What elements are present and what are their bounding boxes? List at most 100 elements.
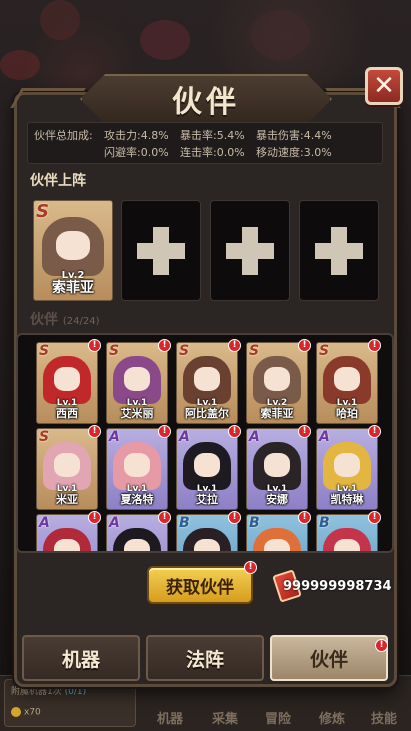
partner-card[interactable]: A Lv.1 艾拉: [176, 428, 238, 510]
modal-title: 伙伴: [172, 85, 240, 120]
partner-card[interactable]: S Lv.1 西西: [36, 342, 98, 424]
partner-face: [333, 367, 361, 391]
notification-badge: !: [375, 639, 388, 652]
background-enemy: [40, 0, 80, 40]
partner-face: [55, 230, 91, 261]
rarity-label: S: [36, 201, 49, 222]
rarity-label: S: [39, 429, 50, 445]
empty-slot[interactable]: [121, 200, 201, 301]
partner-face: [193, 453, 221, 477]
partner-card[interactable]: S Lv.2 索菲亚: [246, 342, 308, 424]
nav-training[interactable]: 修炼: [312, 708, 352, 727]
rarity-label: B: [319, 515, 330, 531]
notification-badge: !: [228, 511, 241, 524]
close-button[interactable]: ✕: [365, 67, 403, 105]
get-partner-button[interactable]: 获取伙伴: [147, 566, 253, 604]
lineup-title: 伙伴上阵: [30, 173, 86, 189]
roster-count: (24/24): [62, 316, 100, 327]
partner-card[interactable]: A Lv.1 凯特琳: [316, 428, 378, 510]
rarity-label: S: [179, 343, 190, 359]
deployed-partner-card[interactable]: S Lv.2 索菲亚: [33, 200, 113, 301]
enchant-reward: x70: [24, 707, 41, 718]
title-decoration: [10, 88, 86, 108]
stat-dodge: 闪避率:0.0%: [104, 145, 169, 159]
notification-badge: !: [298, 339, 311, 352]
roster-label: 伙伴: [30, 312, 58, 328]
notification-badge: !: [368, 425, 381, 438]
rarity-label: B: [179, 515, 190, 531]
partner-card[interactable]: S Lv.1 阿比盖尔: [176, 342, 238, 424]
background-enemy: [140, 20, 190, 60]
get-partner-label: 获取伙伴: [166, 577, 234, 598]
notification-badge: !: [228, 339, 241, 352]
rarity-label: A: [319, 429, 330, 445]
partner-card[interactable]: S Lv.1 哈珀: [316, 342, 378, 424]
ticket-count: 999999998734: [283, 579, 392, 594]
partner-name: 西西: [56, 407, 78, 420]
tab-array[interactable]: 法阵: [146, 635, 264, 681]
nav-adventure[interactable]: 冒险: [258, 708, 298, 727]
rarity-label: S: [249, 343, 260, 359]
notification-badge: !: [158, 511, 171, 524]
partner-card[interactable]: A Lv.1 安娜: [246, 428, 308, 510]
empty-slot[interactable]: [299, 200, 379, 301]
rarity-label: A: [109, 429, 120, 445]
roster-title: 伙伴 (24/24): [30, 309, 100, 329]
enchant-progress: (0/1): [64, 687, 87, 697]
partner-face: [53, 453, 81, 477]
stat-attack: 攻击力:4.8%: [104, 128, 169, 142]
partner-face: [123, 539, 151, 551]
rarity-label: S: [39, 343, 50, 359]
notification-badge: !: [228, 425, 241, 438]
notification-badge: !: [244, 561, 257, 574]
partner-face: [193, 539, 221, 551]
partner-face: [53, 367, 81, 391]
nav-gather[interactable]: 采集: [205, 708, 245, 727]
background-enemy: [250, 10, 310, 60]
plus-icon: [226, 226, 274, 275]
partner-name: 哈珀: [336, 407, 358, 420]
close-icon: ✕: [373, 71, 395, 101]
notification-badge: !: [298, 425, 311, 438]
partner-face: [193, 367, 221, 391]
partner-name: 艾米丽: [120, 407, 154, 420]
stat-crit-damage: 暴击伤害:4.4%: [256, 128, 332, 142]
rarity-label: B: [249, 515, 260, 531]
rarity-label: S: [319, 343, 330, 359]
partner-grid[interactable]: S Lv.1 西西! S Lv.1 艾米丽! S Lv.1 阿比盖尔! S Lv.2 索菲亚! S Lv.…: [16, 333, 394, 553]
tab-partner[interactable]: 伙伴: [270, 635, 388, 681]
partner-name: 米亚: [56, 493, 78, 506]
modal-title-plate: 伙伴: [80, 74, 332, 124]
notification-badge: !: [368, 339, 381, 352]
partner-name: 安娜: [266, 493, 288, 506]
partner-name: 阿比盖尔: [185, 407, 229, 420]
nav-machine[interactable]: 机器: [150, 708, 190, 727]
notification-badge: !: [158, 425, 171, 438]
rarity-label: A: [179, 429, 190, 445]
rarity-label: A: [39, 515, 50, 531]
tab-machine[interactable]: 机器: [22, 635, 140, 681]
partner-card[interactable]: S Lv.1 艾米丽: [106, 342, 168, 424]
partner-face: [263, 367, 291, 391]
notification-badge: !: [298, 511, 311, 524]
stats-label: 伙伴总加成:: [34, 128, 93, 142]
stat-crit-rate: 暴击率:5.4%: [180, 128, 245, 142]
notification-badge: !: [368, 511, 381, 524]
nav-skills[interactable]: 技能: [364, 708, 404, 727]
rarity-label: A: [109, 515, 120, 531]
notification-badge: !: [88, 511, 101, 524]
partner-face: [53, 539, 81, 551]
partner-card[interactable]: S Lv.1 米亚: [36, 428, 98, 510]
partner-name: 凯特琳: [330, 493, 364, 506]
rarity-label: S: [109, 343, 120, 359]
plus-icon: [315, 226, 363, 275]
notification-badge: !: [88, 425, 101, 438]
partner-card[interactable]: A Lv.1 夏洛特: [106, 428, 168, 510]
notification-badge: !: [88, 339, 101, 352]
partner-face: [263, 539, 291, 551]
empty-slot[interactable]: [210, 200, 290, 301]
plus-icon: [137, 226, 185, 275]
rarity-label: A: [249, 429, 260, 445]
partner-face: [123, 367, 151, 391]
partner-name: 艾拉: [196, 493, 218, 506]
